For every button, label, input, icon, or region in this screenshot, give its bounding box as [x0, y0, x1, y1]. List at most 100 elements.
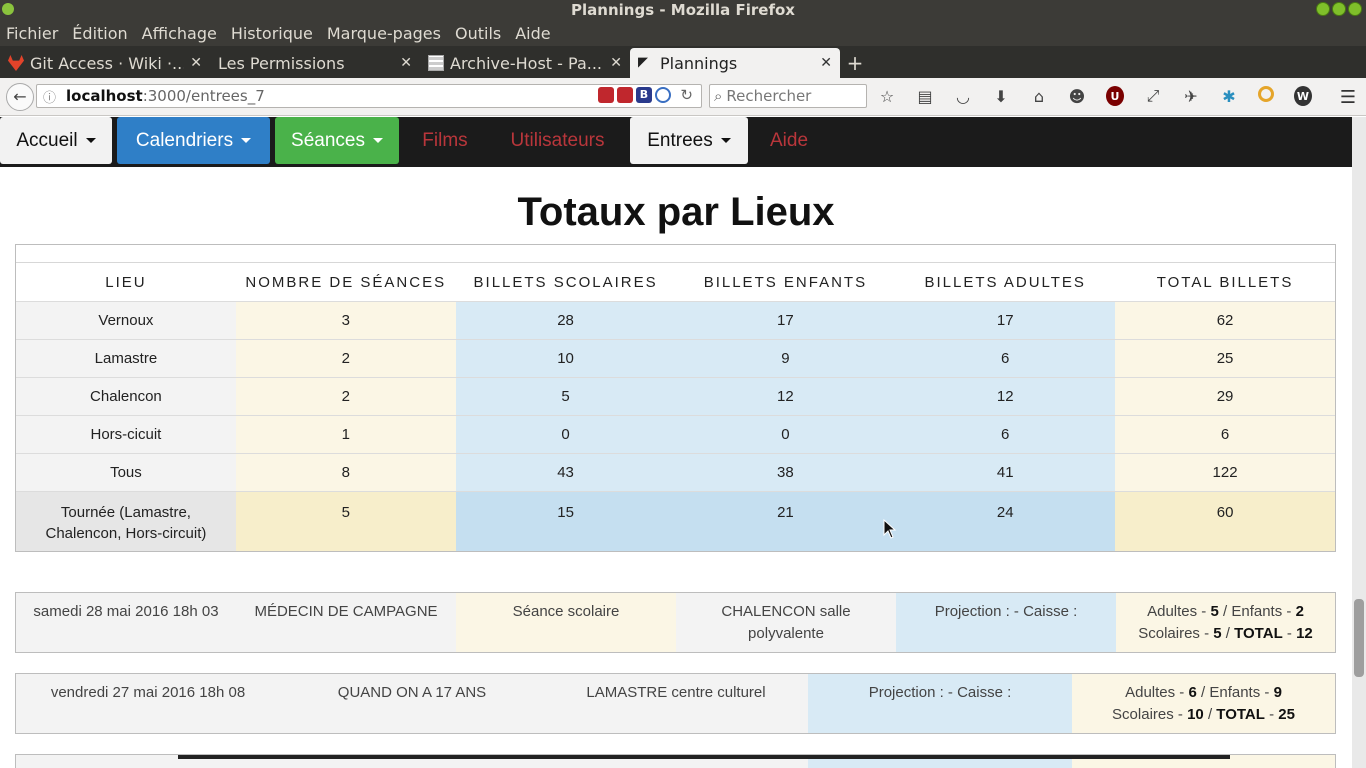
color-wheel-icon[interactable] — [1258, 86, 1274, 102]
nav-films-link[interactable]: Films — [404, 117, 486, 164]
wordpress-icon[interactable]: W — [1294, 86, 1312, 106]
nav-aide-link[interactable]: Aide — [754, 117, 824, 164]
navigation-bar: ← ⓘ localhost :3000/entrees_7 B ↻ ⌕ Rech… — [0, 78, 1366, 116]
enfants-count: 2 — [1295, 603, 1304, 620]
header-billets-scolaires: BILLETS SCOLAIRES — [455, 263, 676, 301]
addon-wave-icon[interactable] — [655, 87, 671, 103]
tab-les-permissions[interactable]: Les Permissions ✕ — [210, 48, 420, 78]
minimize-icon[interactable] — [1316, 2, 1330, 16]
nav-calendriers-dropdown[interactable]: Calendriers — [117, 117, 270, 164]
cell-total-billets: 29 — [1115, 378, 1335, 415]
cell-lieu: Lamastre — [16, 340, 236, 377]
addon-red-icon[interactable] — [598, 87, 614, 103]
cell-lieu: Vernoux — [16, 302, 236, 339]
menu-historique[interactable]: Historique — [231, 24, 313, 43]
close-tab-icon[interactable]: ✕ — [820, 55, 832, 71]
session-row-partial — [15, 754, 1336, 768]
home-icon[interactable]: ⌂ — [1030, 86, 1048, 106]
cell-lieu: Tous — [16, 454, 236, 491]
info-icon[interactable]: ⓘ — [43, 87, 56, 106]
network-icon[interactable]: ✱ — [1220, 86, 1238, 106]
cell-nombre-seances: 3 — [235, 302, 456, 339]
scolaires-label: Scolaires — [1112, 706, 1174, 723]
tab-git-access[interactable]: Git Access · Wiki ·... ✕ — [0, 48, 210, 78]
nav-accueil-dropdown[interactable]: Accueil — [0, 117, 112, 164]
cell-billets-scolaires: 15 — [455, 492, 676, 551]
cell-total-billets: 62 — [1115, 302, 1335, 339]
session-film: MÉDECIN DE CAMPAGNE — [236, 593, 456, 652]
cell-billets-adultes: 17 — [895, 302, 1116, 339]
session-date: vendredi 27 mai 2016 18h 08 — [16, 674, 280, 733]
scrollbar-thumb[interactable] — [1354, 599, 1364, 677]
table-header-row: LIEU NOMBRE DE SÉANCES BILLETS SCOLAIRES… — [16, 263, 1335, 301]
close-tab-icon[interactable]: ✕ — [190, 55, 202, 71]
session-date: samedi 28 mai 2016 18h 03 — [16, 593, 236, 652]
bookmark-star-icon[interactable]: ☆ — [878, 86, 896, 106]
session-lieu: LAMASTRE centre culturel — [544, 674, 808, 733]
menu-hamburger-icon[interactable]: ☰ — [1340, 87, 1356, 108]
nav-accueil-label: Accueil — [16, 129, 78, 151]
partial-cell — [16, 755, 178, 768]
caret-down-icon — [241, 138, 252, 143]
pocket-icon[interactable]: ◡ — [954, 86, 972, 106]
cell-billets-scolaires: 10 — [455, 340, 676, 377]
close-window-icon[interactable] — [1348, 2, 1362, 16]
url-host: localhost — [66, 87, 143, 105]
ublock-icon[interactable]: U — [1106, 86, 1124, 106]
partial-cell — [808, 755, 1072, 768]
scolaires-count: 10 — [1187, 706, 1204, 723]
site-navbar: Accueil Calendriers Séances Films Utilis… — [0, 117, 1352, 167]
cell-billets-enfants: 12 — [675, 378, 896, 415]
partial-cell — [1230, 755, 1335, 768]
enfants-count: 9 — [1273, 684, 1282, 701]
menu-affichage[interactable]: Affichage — [142, 24, 217, 43]
tab-plannings[interactable]: ◤ Plannings ✕ — [630, 48, 840, 78]
nav-seances-dropdown[interactable]: Séances — [275, 117, 399, 164]
download-icon[interactable]: ⬇ — [992, 86, 1010, 106]
chat-icon[interactable]: ☻ — [1068, 86, 1086, 106]
scolaires-count: 5 — [1213, 625, 1222, 642]
maximize-icon[interactable] — [1332, 2, 1346, 16]
nav-utilisateurs-link[interactable]: Utilisateurs — [492, 117, 623, 164]
new-tab-button[interactable]: + — [840, 48, 870, 78]
menu-edition[interactable]: Édition — [72, 24, 127, 43]
cell-billets-enfants: 17 — [675, 302, 896, 339]
page-icon: ◤ — [638, 55, 648, 70]
table-row: Vernoux 3 28 17 17 62 — [16, 301, 1335, 339]
close-tab-icon[interactable]: ✕ — [400, 55, 412, 71]
nav-entrees-dropdown[interactable]: Entrees — [630, 117, 748, 164]
close-tab-icon[interactable]: ✕ — [610, 55, 622, 71]
cell-total-billets: 6 — [1115, 416, 1335, 453]
menu-marque-pages[interactable]: Marque-pages — [327, 24, 441, 43]
enfants-label: Enfants — [1209, 684, 1261, 701]
totals-table: LIEU NOMBRE DE SÉANCES BILLETS SCOLAIRES… — [15, 244, 1336, 552]
header-billets-enfants: BILLETS ENFANTS — [675, 263, 896, 301]
url-bar[interactable]: ⓘ localhost :3000/entrees_7 B ↻ — [36, 84, 702, 108]
cell-billets-scolaires: 43 — [455, 454, 676, 491]
table-row: Hors-cicuit 1 0 0 6 6 — [16, 415, 1335, 453]
total-count: 25 — [1278, 706, 1295, 723]
search-icon: ⌕ — [714, 87, 723, 105]
menu-aide[interactable]: Aide — [515, 24, 550, 43]
back-button[interactable]: ← — [6, 82, 34, 111]
caret-down-icon — [372, 138, 383, 143]
menu-fichier[interactable]: Fichier — [6, 24, 58, 43]
reading-list-icon[interactable]: ▤ — [916, 86, 934, 106]
page-scrollbar[interactable] — [1352, 117, 1366, 768]
reload-icon[interactable]: ↻ — [680, 86, 693, 104]
menu-outils[interactable]: Outils — [455, 24, 501, 43]
search-input[interactable]: ⌕ Rechercher — [709, 84, 867, 108]
counts-line-2: Scolaires - 10 / TOTAL - 25 — [1112, 706, 1295, 723]
cell-nombre-seances: 2 — [235, 378, 456, 415]
pipette-icon[interactable]: ⤢ — [1144, 86, 1162, 106]
adblock-icon[interactable]: ✈ — [1182, 86, 1200, 106]
header-lieu: LIEU — [16, 263, 236, 301]
tab-label: Git Access · Wiki ·... — [30, 53, 185, 73]
window-title: Plannings - Mozilla Firefox — [571, 1, 795, 19]
table-row: Lamastre 2 10 9 6 25 — [16, 339, 1335, 377]
addon-b-icon[interactable]: B — [636, 87, 652, 103]
tab-archive-host[interactable]: Archive-Host - Pa... ✕ — [420, 48, 630, 78]
nav-seances-label: Séances — [291, 129, 365, 151]
addon-dragon-icon[interactable] — [617, 87, 633, 103]
toolbar-icons: ☆ ▤ ◡ ⬇ ⌂ ☻ U ⤢ ✈ ✱ W — [878, 86, 1312, 106]
